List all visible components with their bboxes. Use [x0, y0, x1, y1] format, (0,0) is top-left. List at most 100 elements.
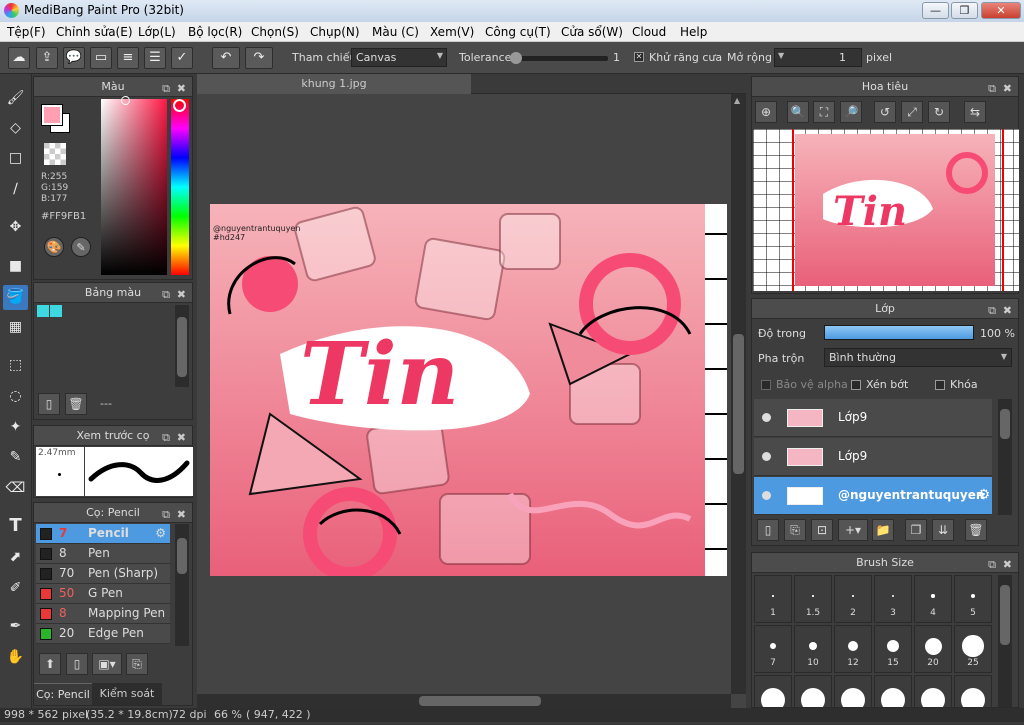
add-layer-menu-icon[interactable]: +▾ [838, 519, 868, 541]
scroll-thumb[interactable] [419, 696, 541, 706]
fill-rect-tool-icon[interactable]: ■ [3, 254, 28, 279]
layer-list-scrollbar[interactable] [998, 399, 1012, 515]
brush-menu-icon[interactable]: ▣▾ [92, 653, 122, 675]
brush-size-cell[interactable]: 10 [794, 625, 832, 673]
undo-icon[interactable]: ↶ [212, 47, 240, 69]
gear-icon[interactable]: ⚙ [155, 524, 166, 543]
new-page-icon[interactable]: ▯ [38, 393, 60, 415]
palette-icon[interactable]: 🎨 [44, 237, 64, 257]
speech-icon[interactable]: ▭ [90, 47, 112, 69]
brush-list-scrollbar[interactable] [175, 524, 189, 646]
rotate-right-icon[interactable]: ↻ [928, 101, 950, 123]
scroll-thumb[interactable] [1000, 585, 1010, 645]
select-pen-icon[interactable]: ✎ [3, 445, 28, 470]
scroll-thumb[interactable] [177, 538, 187, 574]
brush-item[interactable]: 20 Edge Pen [36, 624, 170, 644]
menu-edit[interactable]: Chỉnh sửa(E) [56, 25, 133, 39]
half-tone-layer-icon[interactable]: ⊡ [811, 519, 833, 541]
tolerance-slider[interactable] [510, 52, 608, 64]
brush-item[interactable]: 8 Pen [36, 544, 170, 564]
rectangle-tool-icon[interactable]: □ [3, 146, 28, 171]
popout-icon[interactable]: ⧉ [162, 505, 170, 524]
duplicate-icon[interactable]: ❐ [905, 519, 927, 541]
trash-icon[interactable]: 🗑 [65, 393, 87, 415]
fit-screen-icon[interactable]: ⛶ [813, 101, 835, 123]
flip-icon[interactable]: ⇆ [964, 101, 986, 123]
hand-tool-icon[interactable]: ✋ [3, 645, 28, 670]
merge-down-icon[interactable]: ⇊ [932, 519, 954, 541]
opacity-slider[interactable] [824, 325, 974, 340]
hue-slider[interactable] [171, 99, 189, 275]
select-eraser-icon[interactable]: ⌫ [3, 476, 28, 501]
text-tool-icon[interactable]: T [3, 514, 28, 539]
tab-brush[interactable]: Cọ: Pencil [34, 683, 92, 705]
brush-settings-icon[interactable]: ⎘ [126, 653, 148, 675]
menu-tools[interactable]: Công cụ(T) [485, 25, 551, 39]
eyedropper-icon[interactable]: ✒ [3, 614, 28, 639]
maximize-button[interactable]: ❐ [951, 2, 978, 19]
scroll-up-icon[interactable]: ▲ [734, 96, 740, 105]
brush-size-cell[interactable]: 20 [914, 625, 952, 673]
menu-file[interactable]: Tệp(F) [7, 25, 46, 39]
select-tool-icon[interactable]: ⬚ [3, 353, 28, 378]
popout-icon[interactable]: ⧉ [162, 79, 170, 98]
brush-size-cell[interactable]: 1 [754, 575, 792, 623]
add-brush-icon[interactable]: ⬆ [39, 653, 61, 675]
sv-cursor[interactable] [121, 96, 130, 105]
popout-icon[interactable]: ⧉ [162, 428, 170, 447]
scroll-thumb[interactable] [733, 334, 744, 474]
canvas-vscrollbar[interactable]: ▲ [731, 94, 746, 694]
expand-spinner[interactable]: ▼ 1 [774, 48, 862, 67]
brush-size-cell[interactable]: 15 [874, 625, 912, 673]
dot-tool-icon[interactable]: ∕ [3, 177, 28, 202]
close-icon[interactable]: ✖ [1003, 301, 1012, 320]
brush-size-cell[interactable]: 4 [914, 575, 952, 623]
eraser-tool-icon[interactable]: ◇ [3, 116, 28, 141]
brush-item[interactable]: 70 Pen (Sharp) [36, 564, 170, 584]
menu-cloud[interactable]: Cloud [632, 25, 666, 39]
menu-help[interactable]: Help [680, 25, 707, 39]
reference-dropdown[interactable]: Canvas ▼ [351, 48, 447, 67]
brush-size-scrollbar[interactable] [998, 575, 1012, 707]
copy-layer-icon[interactable]: ⎘ [784, 519, 806, 541]
share-icon[interactable]: ⇪ [36, 47, 58, 69]
navigator-preview[interactable]: Tin [753, 129, 1019, 291]
popout-icon[interactable]: ⧉ [988, 555, 996, 574]
canvas-artwork[interactable]: Tin @nguyentrantuquyen #hd247 [210, 204, 727, 576]
new-brush-icon[interactable]: ▯ [66, 653, 88, 675]
zoom-fit-icon[interactable]: ⊕ [755, 101, 777, 123]
brush-size-cell[interactable] [834, 675, 872, 707]
menu-filter[interactable]: Bộ lọc(R) [188, 25, 242, 39]
comment-icon[interactable]: 💬 [63, 47, 85, 69]
menu-layer[interactable]: Lớp(L) [138, 25, 176, 39]
brush-size-cell[interactable] [874, 675, 912, 707]
check-list-icon[interactable]: ✓ [171, 47, 193, 69]
brush-item[interactable]: 50 G Pen [36, 584, 170, 604]
menu-window[interactable]: Cửa sổ(W) [561, 25, 623, 39]
close-icon[interactable]: ✖ [177, 505, 186, 524]
close-icon[interactable]: ✖ [177, 285, 186, 304]
move-tool-icon[interactable]: ✥ [3, 215, 28, 240]
blend-dropdown[interactable]: Bình thường ▼ [824, 348, 1012, 367]
rotate-reset-icon[interactable]: ⤢ [901, 101, 923, 123]
trash-icon[interactable]: 🗑 [965, 519, 987, 541]
popout-icon[interactable]: ⧉ [988, 79, 996, 98]
zoom-in-icon[interactable]: 🔍 [787, 101, 809, 123]
palette-swatch[interactable] [37, 305, 49, 317]
scroll-thumb[interactable] [1000, 409, 1010, 439]
brush-size-cell[interactable] [754, 675, 792, 707]
menu-capture[interactable]: Chụp(N) [310, 25, 360, 39]
zoom-out-icon[interactable]: 🔎 [840, 101, 862, 123]
bucket-tool-icon[interactable]: 🪣 [3, 285, 28, 310]
color-picker-icon[interactable]: ✎ [71, 237, 91, 257]
eye-icon[interactable] [762, 491, 771, 500]
brush-size-cell[interactable]: 5 [954, 575, 992, 623]
menu-select[interactable]: Chọn(S) [251, 25, 299, 39]
palette-scrollbar[interactable] [175, 305, 189, 387]
hue-cursor[interactable] [173, 99, 186, 112]
primary-color-swatch[interactable] [41, 104, 63, 126]
clipping-checkbox[interactable] [851, 380, 861, 390]
lock-checkbox[interactable] [935, 380, 945, 390]
popout-icon[interactable]: ⧉ [162, 285, 170, 304]
divide-tool-icon[interactable]: ✐ [3, 576, 28, 601]
